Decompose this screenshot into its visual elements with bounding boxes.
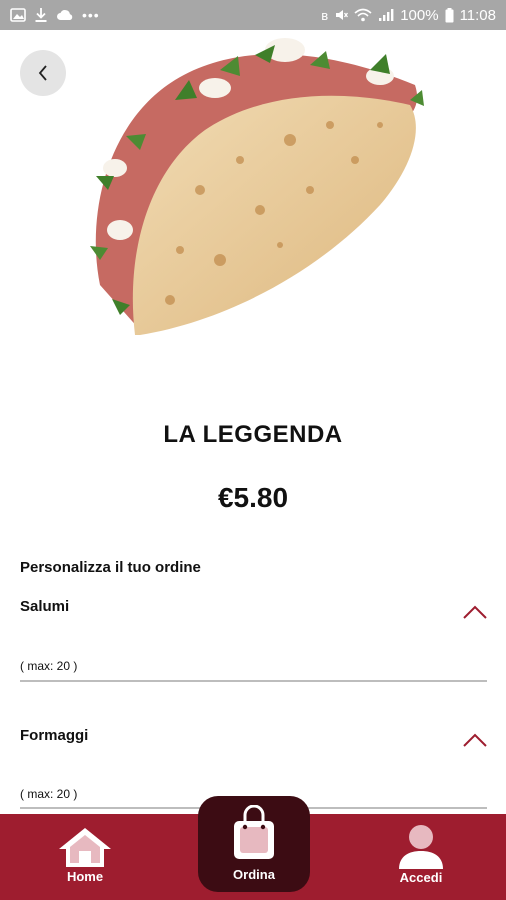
clock: 11:08: [459, 6, 496, 24]
gallery-icon: [10, 8, 26, 22]
chevron-up-icon[interactable]: [462, 732, 488, 748]
section-divider: [20, 680, 487, 682]
status-bar: ••• ʙ 100% 11:08: [0, 0, 506, 30]
mute-icon: [336, 10, 349, 20]
home-icon: [59, 828, 111, 867]
product-image: [90, 38, 424, 335]
section-title-formaggi[interactable]: Formaggi: [20, 727, 88, 744]
signal-icon: [379, 9, 394, 21]
battery-icon: [445, 7, 454, 22]
shopping-bag-icon: [234, 805, 274, 859]
chevron-left-icon: [38, 65, 47, 81]
nav-home-label: Home: [66, 869, 104, 884]
user-icon: [399, 825, 443, 869]
battery-percent: 100%: [400, 6, 439, 24]
chevron-up-icon[interactable]: [462, 604, 488, 620]
download-icon: [35, 8, 47, 22]
section-title-salumi[interactable]: Salumi: [20, 598, 69, 615]
nav-order-label: Ordina: [233, 867, 275, 882]
nav-order-button[interactable]: Ordina: [198, 796, 310, 892]
section-max-salumi: ( max: 20 ): [20, 659, 78, 673]
nav-account-label: Accedi: [399, 870, 443, 885]
status-right-icons: ʙ 100% 11:08: [321, 5, 496, 25]
product-name: LA LEGGENDA: [163, 421, 343, 448]
status-left-icons: •••: [10, 6, 100, 24]
more-notifications-icon: •••: [82, 7, 100, 23]
nav-account[interactable]: Accedi: [386, 814, 456, 900]
back-button[interactable]: [20, 50, 66, 96]
nav-home[interactable]: Home: [50, 814, 120, 900]
bluetooth-icon: ʙ: [321, 7, 329, 23]
section-max-formaggi: ( max: 20 ): [20, 787, 78, 801]
wifi-icon: [354, 8, 372, 22]
cloud-icon: [57, 10, 73, 20]
product-price: €5.80: [217, 482, 289, 513]
customize-title: Personalizza il tuo ordine: [20, 559, 201, 576]
